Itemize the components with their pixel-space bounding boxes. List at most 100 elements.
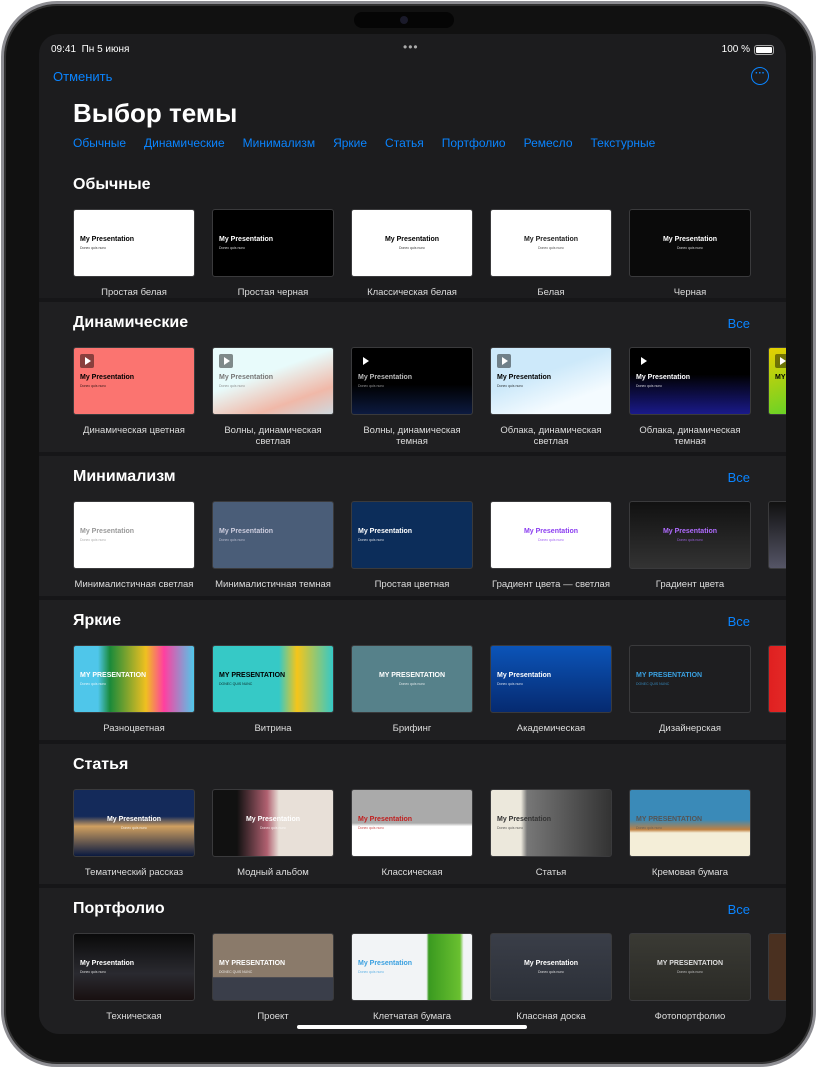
thumbnail-title: My Presentation: [662, 528, 718, 535]
theme-thumbnail[interactable]: [768, 645, 786, 713]
section-title: Яркие: [73, 612, 122, 629]
theme-label: Статья: [535, 867, 567, 878]
theme-thumbnail[interactable]: My Presentation Donec quis nunc: [351, 933, 473, 1001]
theme-label: Облака, динамическая темная: [639, 425, 741, 447]
thumbnail-title: MY PRESENTATION: [219, 960, 286, 967]
theme-thumbnail[interactable]: My Presentation Donec quis nunc: [490, 209, 612, 277]
category-tab[interactable]: Портфолио: [442, 136, 506, 150]
theme-label: Простая белая: [101, 287, 167, 298]
theme-thumbnail[interactable]: [768, 933, 786, 1001]
section-title: Портфолио: [73, 900, 165, 917]
see-all-button[interactable]: Все: [728, 470, 750, 485]
thumbnail-title: My Presentation: [358, 960, 413, 967]
theme-thumbnail[interactable]: My Presentation Donec quis nunc: [490, 933, 612, 1001]
category-tab[interactable]: Минимализм: [243, 136, 315, 150]
theme-thumbnail[interactable]: My Presentation Donec quis nunc: [73, 789, 195, 857]
play-icon: [80, 354, 94, 368]
thumbnail-title: My Presentation: [497, 672, 552, 679]
category-tab[interactable]: Ремесло: [524, 136, 573, 150]
thumbnail-title: MY PRESENTATION: [219, 672, 286, 679]
theme-thumbnail[interactable]: MY: [768, 347, 786, 415]
thumbnail-title: MY PRESENTATION: [656, 960, 724, 967]
category-tabs: Обычные Динамические Минимализм Яркие Статья…: [73, 136, 655, 150]
theme-thumbnail[interactable]: My Presentation Donec quis nunc: [73, 209, 195, 277]
multitasking-dots[interactable]: •••: [403, 40, 419, 54]
play-icon: [636, 354, 650, 368]
thumbnail-title: My Presentation: [219, 374, 274, 381]
thumbnail-title: My Presentation: [80, 236, 135, 243]
theme-thumbnail[interactable]: My Presentation Donec quis nunc: [351, 209, 473, 277]
theme-thumbnail[interactable]: MY PRESENTATION DONEC QUIS NUNC: [212, 933, 334, 1001]
theme-thumbnail[interactable]: My Presentation Donec quis nunc: [212, 209, 334, 277]
theme-thumbnail[interactable]: [768, 501, 786, 569]
thumbnail-title: My Presentation: [636, 374, 691, 381]
theme-thumbnail[interactable]: My Presentation Donec quis nunc: [490, 645, 612, 713]
thumbnail-subtitle: Donec quis nunc: [80, 384, 107, 388]
section-title: Статья: [73, 756, 129, 773]
thumbnail-title: My Presentation: [523, 960, 579, 967]
theme-label: Облака, динамическая светлая: [500, 425, 602, 447]
theme-label: Проект: [257, 1011, 289, 1022]
theme-thumbnail[interactable]: My Presentation Donec quis nunc: [629, 209, 751, 277]
theme-thumbnail[interactable]: MY PRESENTATION Donec quis nunc: [629, 789, 751, 857]
theme-section: Динамические Все My Presentation Donec quis…: [39, 302, 786, 452]
theme-label: Классическая белая: [367, 287, 457, 298]
theme-thumbnail[interactable]: My Presentation Donec quis nunc: [212, 789, 334, 857]
theme-label: Волны, динамическая темная: [363, 425, 461, 447]
theme-label: Белая: [537, 287, 565, 298]
theme-thumbnail[interactable]: My Presentation Donec quis nunc: [212, 347, 334, 415]
thumbnail-subtitle: Donec quis nunc: [676, 538, 704, 542]
theme-label: Брифинг: [392, 723, 432, 734]
thumbnail-subtitle: Donec quis nunc: [676, 246, 704, 250]
theme-label: Фотопортфолио: [654, 1011, 726, 1022]
theme-label: Тематический рассказ: [84, 867, 184, 878]
thumbnail-subtitle: Donec quis nunc: [497, 826, 524, 830]
theme-section: Яркие Все MY PRESENTATION Donec quis nunc Ра…: [39, 600, 786, 750]
theme-thumbnail[interactable]: My Presentation Donec quis nunc: [629, 501, 751, 569]
theme-thumbnail[interactable]: My Presentation Donec quis nunc: [73, 933, 195, 1001]
theme-label: Дизайнерская: [658, 723, 722, 734]
theme-thumbnail[interactable]: My Presentation Donec quis nunc: [490, 501, 612, 569]
category-tab[interactable]: Обычные: [73, 136, 126, 150]
see-all-button[interactable]: Все: [728, 316, 750, 331]
thumbnail-subtitle: Donec quis nunc: [398, 682, 426, 686]
category-tab[interactable]: Статья: [385, 136, 424, 150]
thumbnail-subtitle: Donec quis nunc: [537, 246, 565, 250]
thumbnail-title: My Presentation: [497, 374, 552, 381]
see-all-button[interactable]: Все: [728, 902, 750, 917]
ellipsis-circle-icon[interactable]: ···: [751, 67, 769, 85]
theme-thumbnail[interactable]: MY PRESENTATION DONEC QUIS NUNC: [629, 645, 751, 713]
theme-thumbnail[interactable]: My Presentation Donec quis nunc: [351, 789, 473, 857]
thumbnail-subtitle: Donec quis nunc: [358, 826, 385, 830]
category-tab[interactable]: Динамические: [144, 136, 225, 150]
thumbnail-title: My Presentation: [384, 236, 440, 243]
theme-thumbnail[interactable]: MY PRESENTATION Donec quis nunc: [351, 645, 473, 713]
thumbnail-subtitle: Donec quis nunc: [80, 246, 107, 250]
category-tab[interactable]: Яркие: [333, 136, 367, 150]
theme-thumbnail[interactable]: My Presentation Donec quis nunc: [629, 347, 751, 415]
theme-label: Классическая: [381, 867, 443, 878]
theme-thumbnail[interactable]: My Presentation Donec quis nunc: [73, 347, 195, 415]
cancel-button[interactable]: Отменить: [53, 69, 112, 84]
thumbnail-subtitle: DONEC QUIS NUNC: [219, 682, 253, 686]
theme-label: Модный альбом: [237, 867, 309, 878]
theme-thumbnail[interactable]: MY PRESENTATION Donec quis nunc: [73, 645, 195, 713]
thumbnail-subtitle: Donec quis nunc: [537, 538, 565, 542]
theme-thumbnail[interactable]: My Presentation Donec quis nunc: [490, 789, 612, 857]
home-indicator[interactable]: [297, 1025, 527, 1029]
theme-thumbnail[interactable]: My Presentation Donec quis nunc: [351, 501, 473, 569]
theme-thumbnail[interactable]: My Presentation Donec quis nunc: [212, 501, 334, 569]
thumbnail-subtitle: Donec quis nunc: [80, 970, 107, 974]
play-icon: [775, 354, 786, 368]
theme-thumbnail[interactable]: MY PRESENTATION Donec quis nunc: [629, 933, 751, 1001]
camera-housing: [354, 12, 454, 28]
theme-thumbnail[interactable]: MY PRESENTATION DONEC QUIS NUNC: [212, 645, 334, 713]
thumbnail-title: MY PRESENTATION: [378, 672, 446, 679]
category-tab[interactable]: Текстурные: [591, 136, 656, 150]
ipad-frame: 09:41 Пн 5 июня ••• 100 % Отменить ··· В…: [1, 1, 816, 1067]
see-all-button[interactable]: Все: [728, 614, 750, 629]
theme-thumbnail[interactable]: My Presentation Donec quis nunc: [351, 347, 473, 415]
theme-thumbnail[interactable]: My Presentation Donec quis nunc: [490, 347, 612, 415]
theme-thumbnail[interactable]: My Presentation Donec quis nunc: [73, 501, 195, 569]
theme-label: Техническая: [106, 1011, 162, 1022]
